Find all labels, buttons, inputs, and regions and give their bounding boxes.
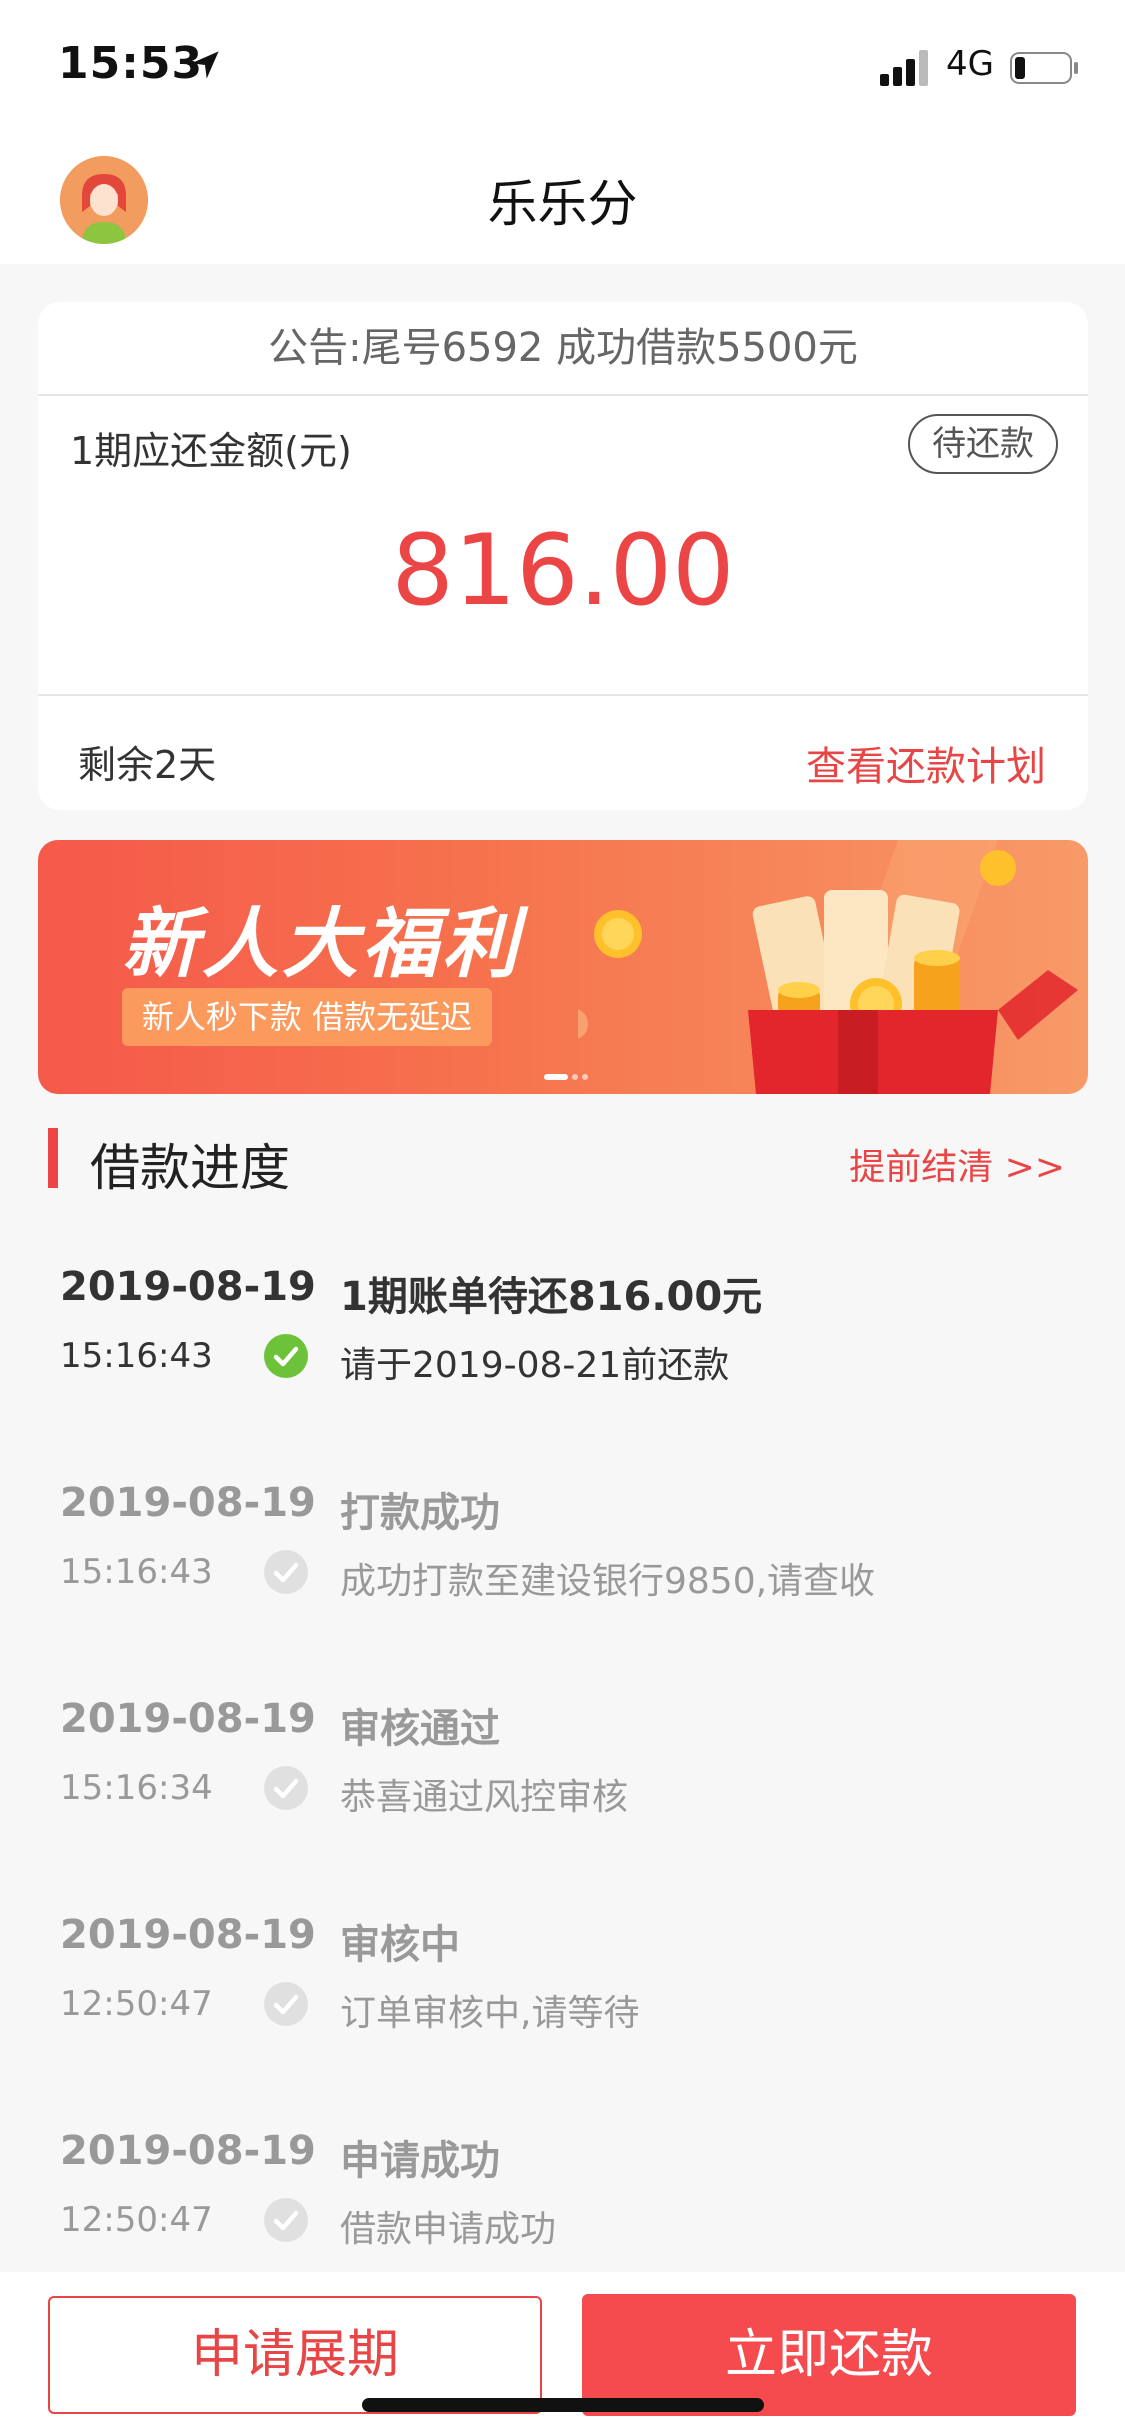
promo-banner[interactable]: 新人大福利 新人秒下款 借款无延迟 <box>38 840 1088 1094</box>
location-arrow-icon <box>191 51 219 79</box>
check-circle-icon <box>264 1982 308 2026</box>
timeline-date: 2019-08-19 <box>60 1264 316 1310</box>
timeline-date: 2019-08-19 <box>60 1480 316 1526</box>
timeline-desc: 恭喜通过风控审核 <box>340 1777 629 1818</box>
divider <box>38 694 1088 696</box>
timeline-title: 1期账单待还816.00元 <box>340 1274 763 1320</box>
amount-label: 1期应还金额(元) <box>70 429 352 473</box>
signal-icon <box>880 50 928 86</box>
timeline-item: 2019-08-19 12:50:47 申请成功 借款申请成功 <box>0 2128 1125 2268</box>
timeline-title: 审核通过 <box>340 1706 500 1752</box>
timeline-date: 2019-08-19 <box>60 2128 316 2174</box>
timeline-title: 申请成功 <box>340 2138 500 2184</box>
timeline-title: 审核中 <box>340 1922 460 1968</box>
bill-card: 公告:尾号6592 成功借款5500元 1期应还金额(元) 待还款 816.00… <box>38 302 1088 810</box>
status-badge: 待还款 <box>908 414 1058 474</box>
banner-subtitle: 新人秒下款 借款无延迟 <box>122 988 492 1046</box>
timeline-time: 15:16:43 <box>60 1336 213 1376</box>
timeline-desc: 借款申请成功 <box>340 2209 557 2250</box>
timeline-title: 打款成功 <box>340 1490 500 1536</box>
gift-box-coins-icon <box>578 840 1078 1094</box>
app-header: 乐乐分 <box>0 132 1125 264</box>
due-amount: 816.00 <box>391 514 735 628</box>
check-circle-icon <box>264 1334 308 1378</box>
status-time: 15:53 <box>58 38 204 89</box>
battery-icon <box>1010 52 1078 84</box>
timeline-item: 2019-08-19 15:16:34 审核通过 恭喜通过风控审核 <box>0 1696 1125 1836</box>
status-bar: 15:53 4G <box>0 0 1125 132</box>
network-label: 4G <box>946 44 994 84</box>
timeline-date: 2019-08-19 <box>60 1696 316 1742</box>
page-title: 乐乐分 <box>487 175 638 233</box>
remaining-days: 剩余2天 <box>78 743 217 787</box>
carousel-indicator <box>544 1074 588 1080</box>
home-indicator[interactable] <box>362 2398 764 2412</box>
timeline-desc: 订单审核中,请等待 <box>340 1993 640 2034</box>
banner-title: 新人大福利 <box>122 899 522 988</box>
section-title: 借款进度 <box>90 1139 290 1197</box>
section-accent-bar <box>48 1128 58 1188</box>
view-plan-link[interactable]: 查看还款计划 <box>806 734 1046 792</box>
extend-button[interactable]: 申请展期 <box>48 2296 542 2414</box>
check-circle-icon <box>264 2198 308 2242</box>
announcement-text: 公告:尾号6592 成功借款5500元 <box>38 302 1088 396</box>
check-circle-icon <box>264 1550 308 1594</box>
timeline-item: 2019-08-19 15:16:43 1期账单待还816.00元 请于2019… <box>0 1264 1125 1404</box>
timeline-time: 15:16:43 <box>60 1552 213 1592</box>
prepay-link[interactable]: 提前结清 >> <box>849 1138 1065 1190</box>
timeline-item: 2019-08-19 15:16:43 打款成功 成功打款至建设银行9850,请… <box>0 1480 1125 1620</box>
timeline-time: 15:16:34 <box>60 1768 213 1808</box>
timeline-time: 12:50:47 <box>60 2200 213 2240</box>
timeline-date: 2019-08-19 <box>60 1912 316 1958</box>
timeline-time: 12:50:47 <box>60 1984 213 2024</box>
timeline-desc: 成功打款至建设银行9850,请查收 <box>340 1561 876 1602</box>
timeline-item: 2019-08-19 12:50:47 审核中 订单审核中,请等待 <box>0 1912 1125 2052</box>
timeline-desc: 请于2019-08-21前还款 <box>340 1345 730 1386</box>
check-circle-icon <box>264 1766 308 1810</box>
